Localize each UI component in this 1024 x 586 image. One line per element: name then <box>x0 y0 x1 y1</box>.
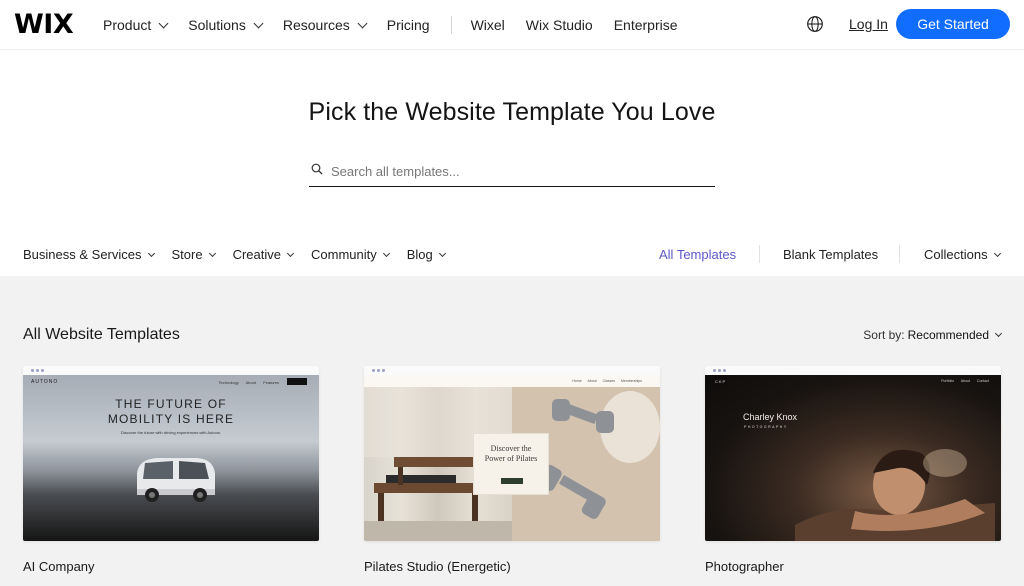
chevron-down-icon <box>382 249 390 257</box>
nav-solutions-label: Solutions <box>188 17 246 33</box>
nav-resources[interactable]: Resources <box>282 17 368 33</box>
autonomous-car-image <box>137 458 215 502</box>
blank-templates-link[interactable]: Blank Templates <box>783 247 878 262</box>
chevron-down-icon <box>253 18 264 28</box>
category-business-services[interactable]: Business & Services <box>23 247 155 262</box>
promo-title-line: Discover the <box>490 444 532 453</box>
nav-product[interactable]: Product <box>103 17 169 33</box>
preview-headline-line: THE FUTURE OF <box>115 397 227 411</box>
nav-wix-studio[interactable]: Wix Studio <box>526 17 593 33</box>
category-label: Business & Services <box>23 247 142 262</box>
category-bar: Business & Services Store Creative Commu… <box>0 240 1024 270</box>
preview-subtext: Discover the future with driving experie… <box>120 430 222 435</box>
top-navigation: WIX Product Solutions Resources Pricing … <box>0 0 1024 50</box>
preview-button <box>287 378 307 385</box>
gallery-title: All Website Templates <box>23 326 180 343</box>
template-name[interactable]: Pilates Studio (Energetic) <box>364 559 511 574</box>
chevron-down-icon <box>438 249 446 257</box>
category-community[interactable]: Community <box>311 247 390 262</box>
sort-dropdown[interactable]: Sort by: Recommended <box>863 328 1003 342</box>
template-search <box>309 156 715 187</box>
sort-value: Recommended <box>907 328 989 342</box>
chevron-down-icon <box>993 249 1001 257</box>
chevron-down-icon <box>286 249 295 257</box>
preview-role: PHOTOGRAPHY <box>744 425 788 429</box>
nav-wixel-label: Wixel <box>470 17 505 33</box>
nav-resources-label: Resources <box>282 17 350 33</box>
sort-prefix: Sort by: <box>863 328 905 342</box>
category-label: Creative <box>232 247 281 262</box>
preview-brand: AUTONO <box>31 379 59 385</box>
promo-title-line: Power of Pilates <box>484 454 538 463</box>
globe-icon[interactable] <box>806 15 824 33</box>
divider <box>899 245 900 263</box>
nav-pricing[interactable]: Pricing <box>387 17 430 33</box>
browser-chrome <box>705 366 1001 375</box>
preview-promo-box: Discover the Power of Pilates <box>473 433 549 495</box>
nav-wixel[interactable]: Wixel <box>471 17 505 33</box>
category-store[interactable]: Store <box>171 247 216 262</box>
template-gallery: All Website Templates Sort by: Recommend… <box>0 276 1024 586</box>
preview-nav: Home About Classes Memberships <box>364 375 660 387</box>
category-label: Community <box>311 247 377 262</box>
template-preview: AUTONO Technology About Features THE FUT… <box>23 375 319 541</box>
template-name[interactable]: Photographer <box>705 559 784 574</box>
preview-nav: CKP Portfolio About Contact <box>705 375 1001 387</box>
window-dots-icon <box>372 369 387 372</box>
category-creative[interactable]: Creative <box>232 247 295 262</box>
chevron-down-icon <box>357 18 368 28</box>
category-menu: Business & Services Store Creative Commu… <box>23 247 463 262</box>
search-icon <box>311 163 323 175</box>
template-name[interactable]: AI Company <box>23 559 95 574</box>
preview-nav-links: Technology About Features <box>218 380 279 385</box>
preview-headline-line: MOBILITY IS HERE <box>107 412 235 426</box>
preview-button <box>501 478 523 484</box>
login-link[interactable]: Log In <box>849 16 888 32</box>
search-input[interactable] <box>331 159 711 183</box>
template-card-ai-company[interactable]: AUTONO Technology About Features THE FUT… <box>23 366 319 541</box>
window-dots-icon <box>713 369 728 372</box>
browser-chrome <box>23 366 319 375</box>
chevron-down-icon <box>208 249 216 257</box>
nav-solutions[interactable]: Solutions <box>188 17 264 33</box>
template-card-photographer[interactable]: CKP Portfolio About Contact Charley Knox… <box>705 366 1001 541</box>
category-label: Store <box>171 247 203 262</box>
preview-promo-title: Discover the Power of Pilates <box>474 444 548 464</box>
preview-nav-links: Portfolio About Contact <box>941 379 989 383</box>
portrait-image <box>795 449 995 541</box>
chevron-down-icon <box>147 249 155 257</box>
preview-nav: AUTONO Technology About Features <box>23 375 319 389</box>
nav-pricing-label: Pricing <box>386 17 430 33</box>
nav-divider <box>450 16 452 34</box>
nav-enterprise-label: Enterprise <box>613 17 678 33</box>
preview-headline: THE FUTURE OF MOBILITY IS HERE <box>23 397 319 427</box>
page-title: Pick the Website Template You Love <box>308 98 716 126</box>
get-started-button[interactable]: Get Started <box>896 9 1010 39</box>
category-blog[interactable]: Blog <box>406 247 446 262</box>
preview-brand: CKP <box>715 379 727 384</box>
template-preview: Home About Classes Memberships Discover … <box>364 375 660 541</box>
preview-name: Charley Knox <box>743 412 798 422</box>
template-preview: CKP Portfolio About Contact Charley Knox… <box>705 375 1001 541</box>
wix-logo[interactable]: WIX <box>14 9 74 40</box>
nav-product-label: Product <box>103 17 152 33</box>
divider <box>759 245 760 263</box>
collections-label: Collections <box>924 247 988 262</box>
window-dots-icon <box>31 369 46 372</box>
browser-chrome <box>364 366 660 375</box>
preview-nav-links: Home About Classes Memberships <box>572 379 642 383</box>
collections-dropdown[interactable]: Collections <box>924 247 1001 262</box>
nav-enterprise[interactable]: Enterprise <box>614 17 678 33</box>
all-templates-link[interactable]: All Templates <box>659 247 736 262</box>
category-label: Blog <box>406 247 433 262</box>
template-card-pilates-studio[interactable]: Home About Classes Memberships Discover … <box>364 366 660 541</box>
chevron-down-icon <box>158 18 169 28</box>
chevron-down-icon <box>994 329 1003 338</box>
nav-wix-studio-label: Wix Studio <box>525 17 593 33</box>
main-menu: Product Solutions Resources Pricing Wixe… <box>103 16 699 34</box>
